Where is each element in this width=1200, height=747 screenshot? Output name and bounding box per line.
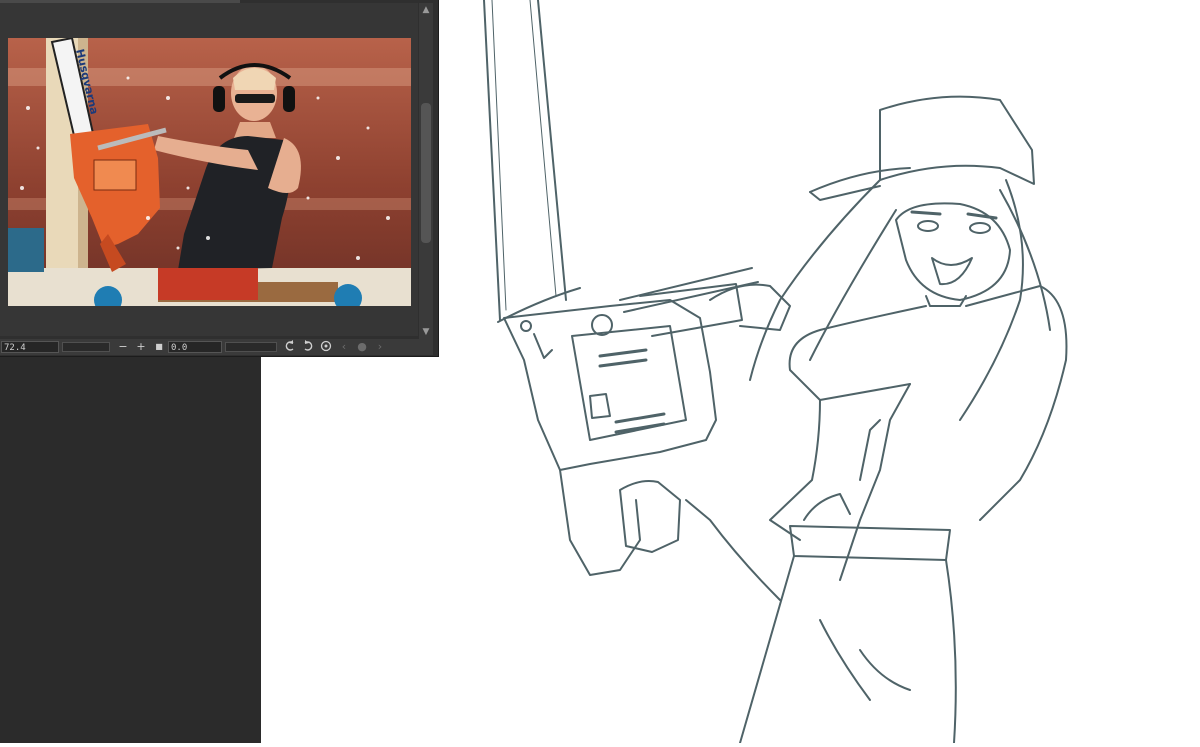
dot-icon[interactable]: ●	[353, 340, 371, 354]
scroll-up-button[interactable]: ▲	[419, 3, 433, 17]
reference-window[interactable]: Husqvarna ▲ ▼ 72.4 − + ■ 0.0 ‹ ● ›	[0, 0, 439, 357]
reference-vertical-scrollbar[interactable]: ▲ ▼	[419, 3, 433, 339]
rotate-right-icon[interactable]	[299, 340, 317, 354]
rotate-left-icon[interactable]	[281, 340, 299, 354]
zoom-value-field[interactable]: 72.4	[1, 341, 59, 353]
rotation-slider[interactable]	[225, 342, 277, 352]
zoom-out-button[interactable]: −	[114, 340, 132, 354]
zoom-slider[interactable]	[62, 342, 110, 352]
scroll-thumb[interactable]	[421, 103, 431, 243]
stop-button[interactable]: ■	[150, 340, 168, 354]
zoom-in-button[interactable]: +	[132, 340, 150, 354]
drawing-canvas[interactable]	[440, 0, 1200, 744]
prev-icon[interactable]: ‹	[335, 340, 353, 354]
reference-toolbar: 72.4 − + ■ 0.0 ‹ ● ›	[0, 339, 433, 355]
rotation-value-field[interactable]: 0.0	[168, 341, 222, 353]
reference-photo: Husqvarna	[8, 38, 411, 306]
next-icon[interactable]: ›	[371, 340, 389, 354]
line-art-drawing	[483, 0, 1068, 744]
scroll-down-button[interactable]: ▼	[419, 325, 433, 339]
reset-icon[interactable]	[317, 340, 335, 354]
